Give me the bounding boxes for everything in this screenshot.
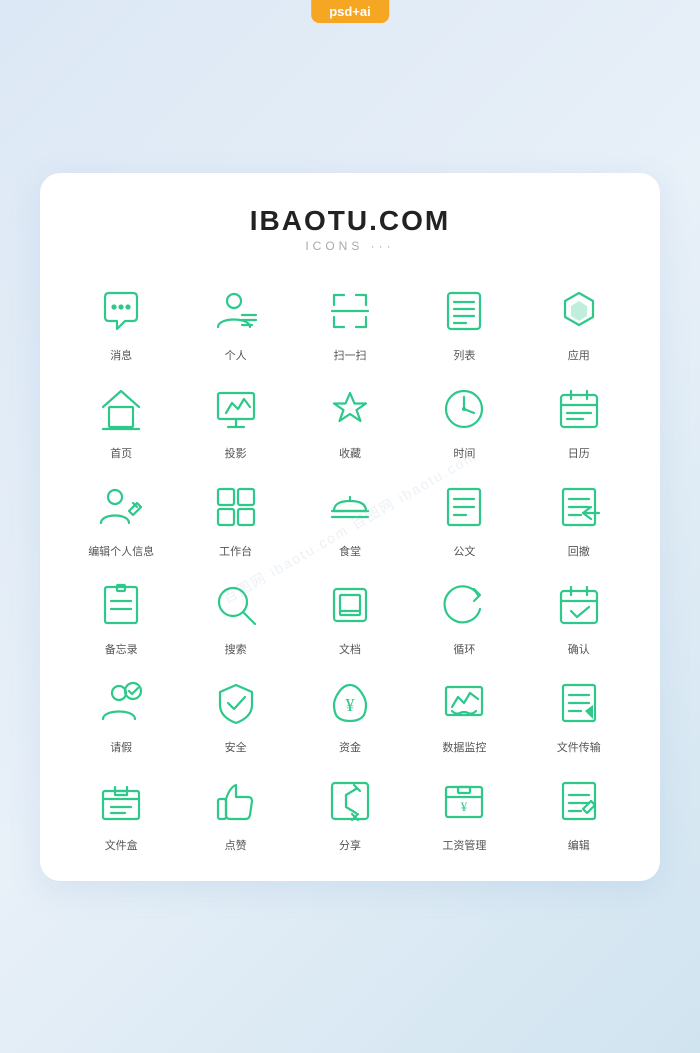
icon-edit-profile-label: 编辑个人信息 <box>88 543 154 559</box>
icon-message: 消息 <box>64 281 178 363</box>
svg-text:¥: ¥ <box>345 695 354 715</box>
icon-like: 点赞 <box>178 771 292 853</box>
icon-security-label: 安全 <box>225 739 247 755</box>
icon-undo-label: 回撤 <box>568 543 590 559</box>
site-subtitle: ICONS ··· <box>64 239 636 253</box>
icon-document-label: 公文 <box>453 543 475 559</box>
icon-undo: 回撤 <box>522 477 636 559</box>
icon-share: 分享 <box>293 771 407 853</box>
icon-calendar-label: 日历 <box>568 445 590 461</box>
icon-document: 公文 <box>407 477 521 559</box>
icon-list-label: 列表 <box>453 347 475 363</box>
icon-canteen-label: 食堂 <box>339 543 361 559</box>
icon-canteen: 食堂 <box>293 477 407 559</box>
icon-person-label: 个人 <box>225 347 247 363</box>
icon-loop: 循环 <box>407 575 521 657</box>
icon-calendar: 日历 <box>522 379 636 461</box>
icon-fund: ¥ 资金 <box>293 673 407 755</box>
card-header: IBAOTU.COM ICONS ··· <box>64 205 636 253</box>
icon-memo-label: 备忘录 <box>105 641 138 657</box>
icon-confirm-label: 确认 <box>568 641 590 657</box>
icon-leave-label: 请假 <box>110 739 132 755</box>
icon-salary: ¥ 工资管理 <box>407 771 521 853</box>
icon-file: 文档 <box>293 575 407 657</box>
icon-home: 首页 <box>64 379 178 461</box>
icon-time-label: 时间 <box>453 445 475 461</box>
icon-edit: 编辑 <box>522 771 636 853</box>
icon-leave: 请假 <box>64 673 178 755</box>
icon-file-label: 文档 <box>339 641 361 657</box>
icon-confirm: 确认 <box>522 575 636 657</box>
icon-security: 安全 <box>178 673 292 755</box>
icon-edit-profile: 编辑个人信息 <box>64 477 178 559</box>
icon-app-label: 应用 <box>568 347 590 363</box>
main-card: 百图网 ibaotu.com 百图网 ibaotu.com IBAOTU.COM… <box>40 173 660 881</box>
icon-list: 列表 <box>407 281 521 363</box>
icon-share-label: 分享 <box>339 837 361 853</box>
icon-favorite: 收藏 <box>293 379 407 461</box>
icon-loop-label: 循环 <box>453 641 475 657</box>
icon-projection: 投影 <box>178 379 292 461</box>
icon-edit-label: 编辑 <box>568 837 590 853</box>
svg-text:¥: ¥ <box>461 799 468 814</box>
icon-file-box: 文件盒 <box>64 771 178 853</box>
site-title: IBAOTU.COM <box>64 205 636 237</box>
icon-person: 个人 <box>178 281 292 363</box>
icon-scan-label: 扫一扫 <box>333 347 366 363</box>
icon-file-transfer: 文件传输 <box>522 673 636 755</box>
icon-salary-label: 工资管理 <box>442 837 486 853</box>
icon-memo: 备忘录 <box>64 575 178 657</box>
icon-scan: 扫一扫 <box>293 281 407 363</box>
icon-file-box-label: 文件盒 <box>105 837 138 853</box>
format-badge: psd+ai <box>311 0 389 23</box>
icon-time: 时间 <box>407 379 521 461</box>
icon-search: 搜索 <box>178 575 292 657</box>
icon-fund-label: 资金 <box>339 739 361 755</box>
icon-workbench-label: 工作台 <box>219 543 252 559</box>
icons-grid: 消息 个人 扫一扫 列表 <box>64 281 636 853</box>
icon-projection-label: 投影 <box>225 445 247 461</box>
icon-app: 应用 <box>522 281 636 363</box>
icon-data-monitor-label: 数据监控 <box>442 739 486 755</box>
icon-like-label: 点赞 <box>225 837 247 853</box>
icon-favorite-label: 收藏 <box>339 445 361 461</box>
icon-home-label: 首页 <box>110 445 132 461</box>
icon-message-label: 消息 <box>110 347 132 363</box>
icon-search-label: 搜索 <box>225 641 247 657</box>
icon-file-transfer-label: 文件传输 <box>557 739 601 755</box>
icon-workbench: 工作台 <box>178 477 292 559</box>
icon-data-monitor: 数据监控 <box>407 673 521 755</box>
